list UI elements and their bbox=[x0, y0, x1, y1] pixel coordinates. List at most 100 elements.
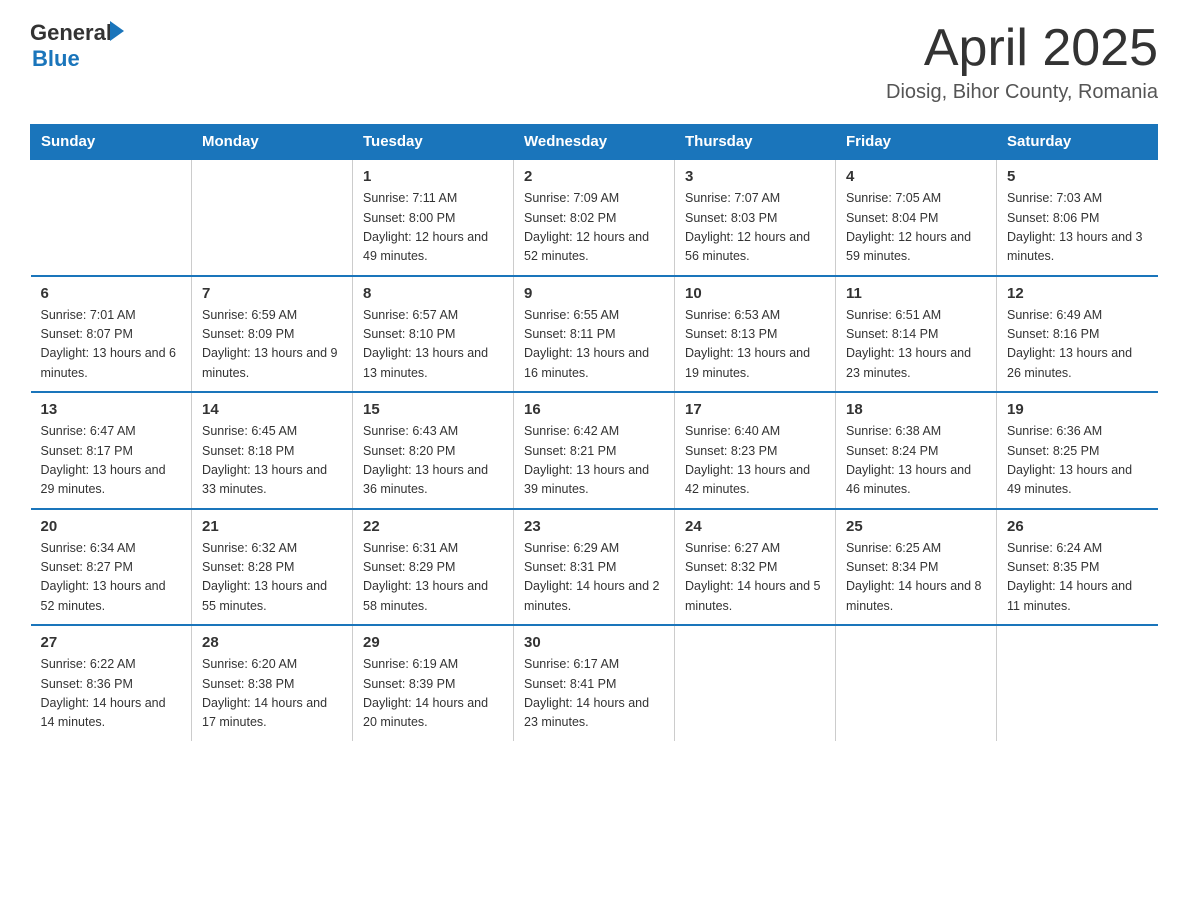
day-number: 18 bbox=[846, 401, 986, 418]
day-number: 5 bbox=[1007, 168, 1148, 185]
calendar-cell: 22 Sunrise: 6:31 AM Sunset: 8:29 PM Dayli… bbox=[353, 509, 514, 626]
day-info: Sunrise: 6:40 AM Sunset: 8:23 PM Dayligh… bbox=[685, 422, 825, 500]
day-number: 25 bbox=[846, 518, 986, 535]
day-info: Sunrise: 6:55 AM Sunset: 8:11 PM Dayligh… bbox=[524, 306, 664, 384]
day-info: Sunrise: 6:31 AM Sunset: 8:29 PM Dayligh… bbox=[363, 539, 503, 617]
day-info: Sunrise: 7:09 AM Sunset: 8:02 PM Dayligh… bbox=[524, 189, 664, 267]
day-number: 27 bbox=[41, 634, 182, 651]
calendar-cell: 21 Sunrise: 6:32 AM Sunset: 8:28 PM Dayli… bbox=[192, 509, 353, 626]
header-cell-sunday: Sunday bbox=[31, 125, 192, 160]
day-info: Sunrise: 6:25 AM Sunset: 8:34 PM Dayligh… bbox=[846, 539, 986, 617]
day-number: 11 bbox=[846, 285, 986, 302]
day-info: Sunrise: 6:38 AM Sunset: 8:24 PM Dayligh… bbox=[846, 422, 986, 500]
day-info: Sunrise: 6:27 AM Sunset: 8:32 PM Dayligh… bbox=[685, 539, 825, 617]
calendar-cell bbox=[31, 159, 192, 276]
calendar-cell: 12 Sunrise: 6:49 AM Sunset: 8:16 PM Dayli… bbox=[997, 276, 1158, 393]
day-info: Sunrise: 6:36 AM Sunset: 8:25 PM Dayligh… bbox=[1007, 422, 1148, 500]
day-number: 22 bbox=[363, 518, 503, 535]
day-number: 1 bbox=[363, 168, 503, 185]
calendar-cell: 13Sunrise: 6:47 AM Sunset: 8:17 PM Dayli… bbox=[31, 392, 192, 509]
calendar-cell: 5 Sunrise: 7:03 AM Sunset: 8:06 PM Daylig… bbox=[997, 159, 1158, 276]
day-number: 19 bbox=[1007, 401, 1148, 418]
calendar-cell: 18 Sunrise: 6:38 AM Sunset: 8:24 PM Dayli… bbox=[836, 392, 997, 509]
calendar-cell: 3 Sunrise: 7:07 AM Sunset: 8:03 PM Daylig… bbox=[675, 159, 836, 276]
day-number: 26 bbox=[1007, 518, 1148, 535]
calendar-cell: 19 Sunrise: 6:36 AM Sunset: 8:25 PM Dayli… bbox=[997, 392, 1158, 509]
header-cell-monday: Monday bbox=[192, 125, 353, 160]
calendar-cell bbox=[997, 625, 1158, 741]
calendar-week-row: 20 Sunrise: 6:34 AM Sunset: 8:27 PM Dayli… bbox=[31, 509, 1158, 626]
calendar-cell: 8Sunrise: 6:57 AM Sunset: 8:10 PM Daylig… bbox=[353, 276, 514, 393]
day-number: 4 bbox=[846, 168, 986, 185]
day-info: Sunrise: 6:29 AM Sunset: 8:31 PM Dayligh… bbox=[524, 539, 664, 617]
day-info: Sunrise: 6:19 AM Sunset: 8:39 PM Dayligh… bbox=[363, 655, 503, 733]
day-info: Sunrise: 6:59 AM Sunset: 8:09 PM Dayligh… bbox=[202, 306, 342, 384]
header-cell-thursday: Thursday bbox=[675, 125, 836, 160]
header-cell-saturday: Saturday bbox=[997, 125, 1158, 160]
day-number: 30 bbox=[524, 634, 664, 651]
day-number: 12 bbox=[1007, 285, 1148, 302]
calendar-cell: 16 Sunrise: 6:42 AM Sunset: 8:21 PM Dayli… bbox=[514, 392, 675, 509]
header-cell-tuesday: Tuesday bbox=[353, 125, 514, 160]
calendar-cell: 2 Sunrise: 7:09 AM Sunset: 8:02 PM Daylig… bbox=[514, 159, 675, 276]
day-number: 14 bbox=[202, 401, 342, 418]
day-number: 3 bbox=[685, 168, 825, 185]
calendar-cell: 23 Sunrise: 6:29 AM Sunset: 8:31 PM Dayli… bbox=[514, 509, 675, 626]
logo-arrow-icon bbox=[110, 21, 124, 41]
calendar-cell: 10 Sunrise: 6:53 AM Sunset: 8:13 PM Dayli… bbox=[675, 276, 836, 393]
day-info: Sunrise: 6:43 AM Sunset: 8:20 PM Dayligh… bbox=[363, 422, 503, 500]
day-info: Sunrise: 6:45 AM Sunset: 8:18 PM Dayligh… bbox=[202, 422, 342, 500]
day-info: Sunrise: 6:47 AM Sunset: 8:17 PM Dayligh… bbox=[41, 422, 182, 500]
location-text: Diosig, Bihor County, Romania bbox=[886, 81, 1158, 104]
day-number: 28 bbox=[202, 634, 342, 651]
calendar-cell: 9 Sunrise: 6:55 AM Sunset: 8:11 PM Daylig… bbox=[514, 276, 675, 393]
day-info: Sunrise: 7:05 AM Sunset: 8:04 PM Dayligh… bbox=[846, 189, 986, 267]
day-info: Sunrise: 6:17 AM Sunset: 8:41 PM Dayligh… bbox=[524, 655, 664, 733]
day-info: Sunrise: 6:53 AM Sunset: 8:13 PM Dayligh… bbox=[685, 306, 825, 384]
day-number: 7 bbox=[202, 285, 342, 302]
calendar-cell: 17 Sunrise: 6:40 AM Sunset: 8:23 PM Dayli… bbox=[675, 392, 836, 509]
calendar-header-row: SundayMondayTuesdayWednesdayThursdayFrid… bbox=[31, 125, 1158, 160]
logo: General Blue bbox=[30, 20, 124, 72]
day-number: 15 bbox=[363, 401, 503, 418]
calendar-cell: 11Sunrise: 6:51 AM Sunset: 8:14 PM Dayli… bbox=[836, 276, 997, 393]
calendar-cell: 29Sunrise: 6:19 AM Sunset: 8:39 PM Dayli… bbox=[353, 625, 514, 741]
calendar-cell: 7 Sunrise: 6:59 AM Sunset: 8:09 PM Daylig… bbox=[192, 276, 353, 393]
day-number: 2 bbox=[524, 168, 664, 185]
calendar-cell: 20 Sunrise: 6:34 AM Sunset: 8:27 PM Dayli… bbox=[31, 509, 192, 626]
month-title: April 2025 bbox=[886, 20, 1158, 77]
day-number: 9 bbox=[524, 285, 664, 302]
day-info: Sunrise: 6:20 AM Sunset: 8:38 PM Dayligh… bbox=[202, 655, 342, 733]
title-block: April 2025 Diosig, Bihor County, Romania bbox=[886, 20, 1158, 104]
calendar-cell: 4 Sunrise: 7:05 AM Sunset: 8:04 PM Daylig… bbox=[836, 159, 997, 276]
day-number: 6 bbox=[41, 285, 182, 302]
calendar-cell bbox=[192, 159, 353, 276]
calendar-cell bbox=[836, 625, 997, 741]
day-info: Sunrise: 7:03 AM Sunset: 8:06 PM Dayligh… bbox=[1007, 189, 1148, 267]
day-number: 23 bbox=[524, 518, 664, 535]
calendar-table: SundayMondayTuesdayWednesdayThursdayFrid… bbox=[30, 124, 1158, 741]
day-info: Sunrise: 7:07 AM Sunset: 8:03 PM Dayligh… bbox=[685, 189, 825, 267]
calendar-week-row: 1 Sunrise: 7:11 AM Sunset: 8:00 PM Daylig… bbox=[31, 159, 1158, 276]
calendar-cell: 14 Sunrise: 6:45 AM Sunset: 8:18 PM Dayli… bbox=[192, 392, 353, 509]
calendar-cell: 25 Sunrise: 6:25 AM Sunset: 8:34 PM Dayli… bbox=[836, 509, 997, 626]
day-number: 17 bbox=[685, 401, 825, 418]
header-cell-friday: Friday bbox=[836, 125, 997, 160]
calendar-week-row: 6Sunrise: 7:01 AM Sunset: 8:07 PM Daylig… bbox=[31, 276, 1158, 393]
day-number: 20 bbox=[41, 518, 182, 535]
day-info: Sunrise: 6:34 AM Sunset: 8:27 PM Dayligh… bbox=[41, 539, 182, 617]
day-number: 21 bbox=[202, 518, 342, 535]
calendar-week-row: 27Sunrise: 6:22 AM Sunset: 8:36 PM Dayli… bbox=[31, 625, 1158, 741]
day-number: 10 bbox=[685, 285, 825, 302]
day-info: Sunrise: 6:42 AM Sunset: 8:21 PM Dayligh… bbox=[524, 422, 664, 500]
day-number: 16 bbox=[524, 401, 664, 418]
day-info: Sunrise: 6:32 AM Sunset: 8:28 PM Dayligh… bbox=[202, 539, 342, 617]
day-info: Sunrise: 7:11 AM Sunset: 8:00 PM Dayligh… bbox=[363, 189, 503, 267]
day-info: Sunrise: 6:49 AM Sunset: 8:16 PM Dayligh… bbox=[1007, 306, 1148, 384]
day-number: 24 bbox=[685, 518, 825, 535]
calendar-cell: 28 Sunrise: 6:20 AM Sunset: 8:38 PM Dayli… bbox=[192, 625, 353, 741]
logo-blue-text: Blue bbox=[32, 46, 124, 72]
page-header: General Blue April 2025 Diosig, Bihor Co… bbox=[30, 20, 1158, 104]
calendar-cell: 27Sunrise: 6:22 AM Sunset: 8:36 PM Dayli… bbox=[31, 625, 192, 741]
calendar-cell: 1 Sunrise: 7:11 AM Sunset: 8:00 PM Daylig… bbox=[353, 159, 514, 276]
